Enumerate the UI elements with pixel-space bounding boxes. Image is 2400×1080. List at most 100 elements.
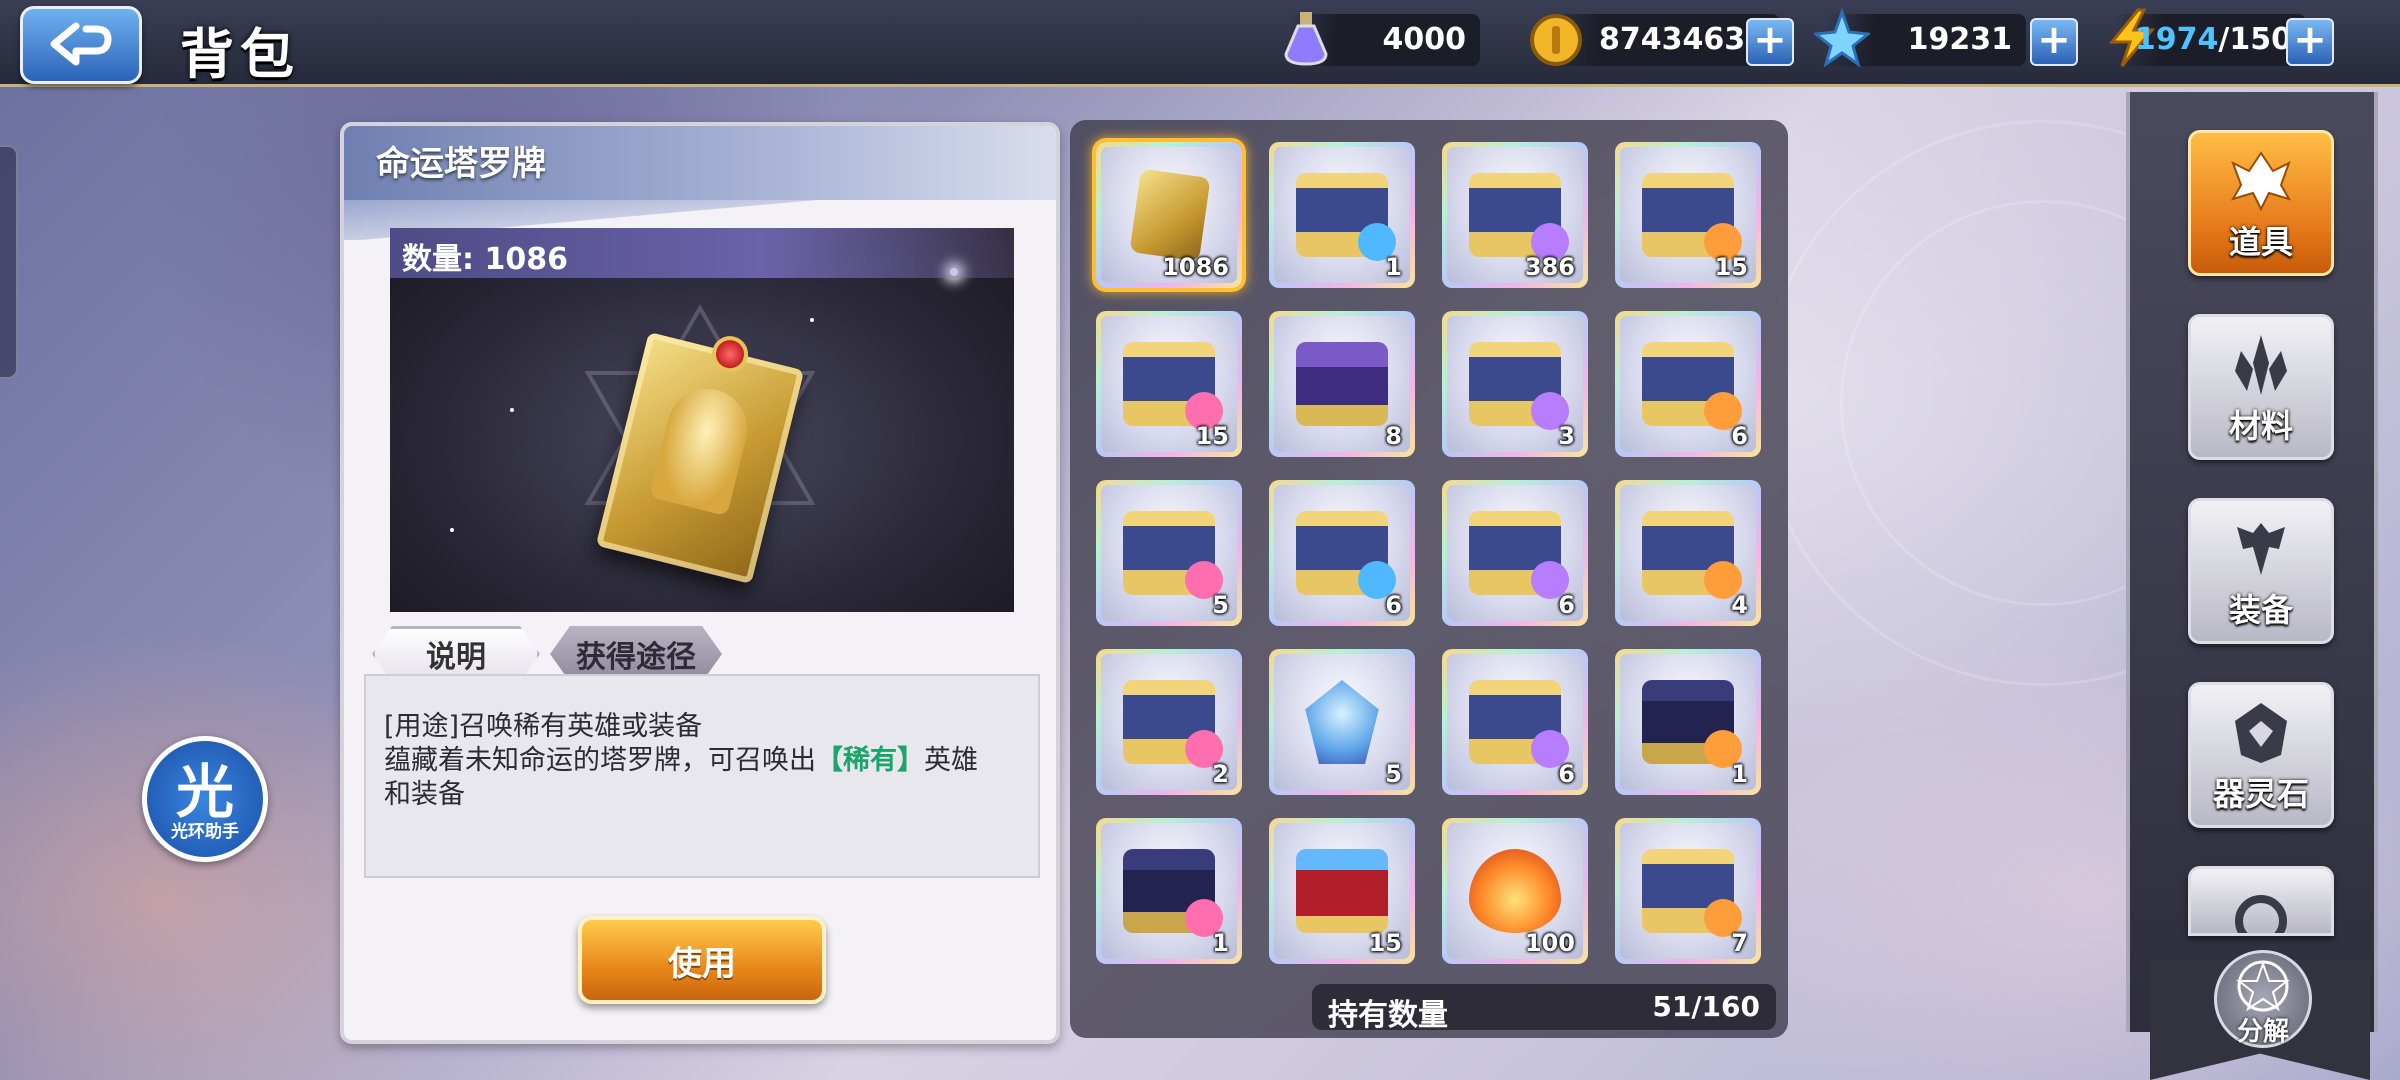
slot-count: 1 xyxy=(1731,760,1748,788)
inventory-slot[interactable]: 1 xyxy=(1615,649,1761,795)
slot-count: 2 xyxy=(1212,760,1229,788)
inventory-slot[interactable]: 100 xyxy=(1442,818,1588,964)
slot-count: 8 xyxy=(1385,422,1402,450)
page-title: 背包 xyxy=(180,23,300,86)
slot-count: 6 xyxy=(1385,591,1402,619)
slot-frame: 15 xyxy=(1274,823,1410,959)
slot-count: 6 xyxy=(1558,760,1575,788)
stamina-value: 1974/150 xyxy=(2134,22,2292,57)
inventory-slot[interactable]: 15 xyxy=(1615,142,1761,288)
inventory-slot[interactable]: 5 xyxy=(1269,649,1415,795)
slot-count: 1 xyxy=(1385,253,1402,281)
inventory-slot[interactable]: 5 xyxy=(1096,480,1242,626)
inventory-slot[interactable]: 6 xyxy=(1269,480,1415,626)
decompose-button[interactable]: 分解 xyxy=(2214,950,2312,1048)
top-bar: 背包 4000 87434632 + 19231 + 1974/150 + xyxy=(0,0,2400,87)
category-spirit-stone[interactable]: 器灵石 xyxy=(2188,682,2334,828)
inventory-slot[interactable]: 6 xyxy=(1442,649,1588,795)
gem-item-icon xyxy=(1305,680,1379,764)
slot-count: 5 xyxy=(1385,760,1402,788)
potion-value: 4000 xyxy=(1382,22,1467,57)
red-item-icon xyxy=(1296,849,1388,933)
slot-count: 6 xyxy=(1558,591,1575,619)
back-arrow-icon xyxy=(50,22,112,66)
helper-label: 光环助手 xyxy=(171,822,239,842)
slot-frame: 5 xyxy=(1274,654,1410,790)
star-resource: 19231 xyxy=(1814,8,2026,68)
potion-icon xyxy=(1284,12,1328,66)
slot-count: 1086 xyxy=(1162,253,1229,281)
inventory-slot[interactable]: 3 xyxy=(1442,311,1588,457)
inventory-slot[interactable]: 1 xyxy=(1096,818,1242,964)
gold-resource: 87434632 xyxy=(1530,14,1780,66)
desc-body-cont: 和装备 xyxy=(384,779,465,810)
slot-frame: 7 xyxy=(1620,823,1756,959)
slot-count: 7 xyxy=(1731,929,1748,957)
purple-item-icon xyxy=(1296,342,1388,426)
inventory-slot[interactable]: 8 xyxy=(1269,311,1415,457)
slot-frame: 4 xyxy=(1620,485,1756,621)
item-name: 命运塔罗牌 xyxy=(376,144,546,184)
spirit-stone-icon xyxy=(2235,703,2287,763)
pentagram-icon xyxy=(2236,960,2290,1012)
slot-frame: 6 xyxy=(1620,316,1756,452)
halo-helper-button[interactable]: 光 光环助手 xyxy=(142,736,268,862)
category-more[interactable] xyxy=(2188,866,2334,936)
add-stars-button[interactable]: + xyxy=(2030,18,2078,66)
slot-frame: 2 xyxy=(1101,654,1237,790)
sparkle xyxy=(450,528,454,532)
side-drawer-handle[interactable] xyxy=(0,145,18,379)
slot-frame: 3 xyxy=(1447,316,1583,452)
inventory-slot[interactable]: 6 xyxy=(1442,480,1588,626)
category-equipment-label: 装备 xyxy=(2228,591,2293,629)
slot-count: 1 xyxy=(1212,929,1229,957)
inventory-slot[interactable]: 7 xyxy=(1615,818,1761,964)
slot-count: 6 xyxy=(1731,422,1748,450)
inventory-slot[interactable]: 15 xyxy=(1269,818,1415,964)
category-spirit-stone-label: 器灵石 xyxy=(2212,775,2309,813)
slot-count: 5 xyxy=(1212,591,1229,619)
slot-frame: 6 xyxy=(1447,654,1583,790)
star-value: 19231 xyxy=(1907,22,2012,57)
category-items[interactable]: 道具 xyxy=(2188,130,2334,276)
use-button[interactable]: 使用 xyxy=(578,916,826,1004)
slot-frame: 1 xyxy=(1274,147,1410,283)
armor-icon xyxy=(2237,523,2285,575)
slot-frame: 15 xyxy=(1101,316,1237,452)
item-detail-panel: 命运塔罗牌 数量: 1086 说明 获得途径 [用途]召唤稀有英雄或装备 蕴藏着… xyxy=(340,122,1060,1044)
slot-frame: 100 xyxy=(1447,823,1583,959)
quantity-bar: 数量: 1086 xyxy=(390,228,1014,278)
hold-count-bar: 持有数量 51/160 xyxy=(1312,984,1776,1033)
gold-value: 87434632 xyxy=(1599,22,1766,57)
slot-frame: 8 xyxy=(1274,316,1410,452)
back-button[interactable] xyxy=(20,6,142,84)
category-materials-label: 材料 xyxy=(2228,407,2293,445)
slot-count: 4 xyxy=(1731,591,1748,619)
slot-frame: 5 xyxy=(1101,485,1237,621)
inventory-slot[interactable]: 1 xyxy=(1269,142,1415,288)
slot-frame: 1 xyxy=(1620,654,1756,790)
add-gold-button[interactable]: + xyxy=(1746,18,1794,66)
category-materials[interactable]: 材料 xyxy=(2188,314,2334,460)
inventory-slot[interactable]: 1086 xyxy=(1096,142,1242,288)
inventory-slot[interactable]: 15 xyxy=(1096,311,1242,457)
ring-icon xyxy=(2235,895,2287,933)
slot-frame: 386 xyxy=(1447,147,1583,283)
inventory-slot[interactable]: 386 xyxy=(1442,142,1588,288)
potion-resource: 4000 xyxy=(1284,12,1480,66)
decompose-label: 分解 xyxy=(2236,1017,2289,1047)
inventory-slot[interactable]: 4 xyxy=(1615,480,1761,626)
card-face xyxy=(649,380,756,517)
category-items-label: 道具 xyxy=(2228,223,2293,261)
inventory-slot[interactable]: 2 xyxy=(1096,649,1242,795)
card-item-icon xyxy=(1129,168,1211,262)
slot-count: 386 xyxy=(1524,253,1575,281)
slot-frame: 15 xyxy=(1620,147,1756,283)
inventory-slot[interactable]: 6 xyxy=(1615,311,1761,457)
stamina-resource: 1974/150 xyxy=(2108,8,2306,67)
slot-count: 100 xyxy=(1524,929,1575,957)
category-equipment[interactable]: 装备 xyxy=(2188,498,2334,644)
add-stamina-button[interactable]: + xyxy=(2286,18,2334,66)
crystal-cluster-icon xyxy=(2235,335,2287,395)
desc-body: 蕴藏着未知命运的塔罗牌，可召唤出【稀有】英雄 xyxy=(384,745,978,776)
